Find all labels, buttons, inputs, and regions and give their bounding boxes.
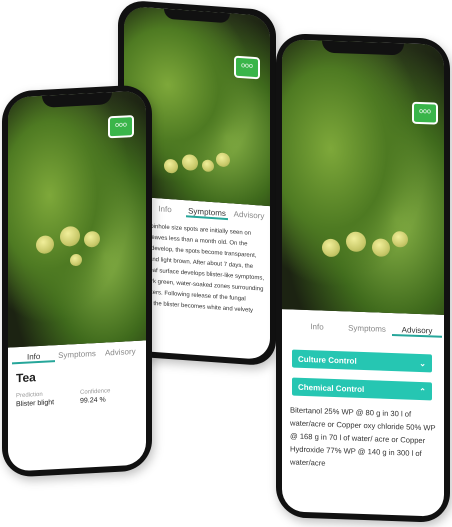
screen-left: ooo Info Symptoms Advisory Tea Predictio…	[8, 90, 146, 472]
chat-icon[interactable]: ooo	[412, 101, 438, 125]
culture-control-accordion[interactable]: Culture Control ⌄	[292, 349, 432, 373]
confidence-label: Confidence	[80, 388, 111, 396]
leaf-photo	[282, 39, 444, 315]
crop-name: Tea	[16, 370, 36, 386]
chevron-down-icon: ⌄	[419, 358, 426, 368]
chevron-up-icon: ⌃	[419, 386, 426, 396]
tab-advisory[interactable]: Advisory	[228, 209, 270, 223]
accordion-label: Culture Control	[298, 354, 357, 366]
tab-symptoms[interactable]: Symptoms	[55, 349, 98, 362]
tab-symptoms[interactable]: Symptoms	[342, 323, 392, 336]
confidence-value: 99.24 %	[80, 396, 106, 405]
chat-icon[interactable]: ooo	[234, 55, 260, 80]
symptoms-text: Small, pinhole size spots are initially …	[132, 222, 265, 314]
chat-icon[interactable]: ooo	[108, 115, 134, 139]
accordion-label: Chemical Control	[298, 382, 365, 394]
tab-bar: Info Symptoms Advisory	[12, 347, 142, 365]
screen-right: ooo Info Symptoms Advisory Culture Contr…	[282, 39, 444, 517]
chemical-control-accordion[interactable]: Chemical Control ⌃	[292, 377, 432, 401]
tab-bar: Info Symptoms Advisory	[292, 322, 442, 338]
tab-symptoms[interactable]: Symptoms	[186, 206, 228, 221]
tab-advisory[interactable]: Advisory	[392, 325, 442, 338]
prediction-label: Prediction	[16, 391, 43, 400]
tab-info[interactable]: Info	[12, 351, 56, 365]
chemical-control-text: Bitertanol 25% WP @ 80 g in 30 l of wate…	[290, 405, 436, 468]
tab-advisory[interactable]: Advisory	[99, 347, 142, 360]
tab-bar: Info Symptoms Advisory	[144, 203, 270, 223]
phone-left: ooo Info Symptoms Advisory Tea Predictio…	[2, 84, 152, 478]
tab-info[interactable]: Info	[292, 322, 342, 335]
prediction-value: Blister blight	[16, 399, 55, 409]
phone-right: ooo Info Symptoms Advisory Culture Contr…	[276, 32, 450, 524]
